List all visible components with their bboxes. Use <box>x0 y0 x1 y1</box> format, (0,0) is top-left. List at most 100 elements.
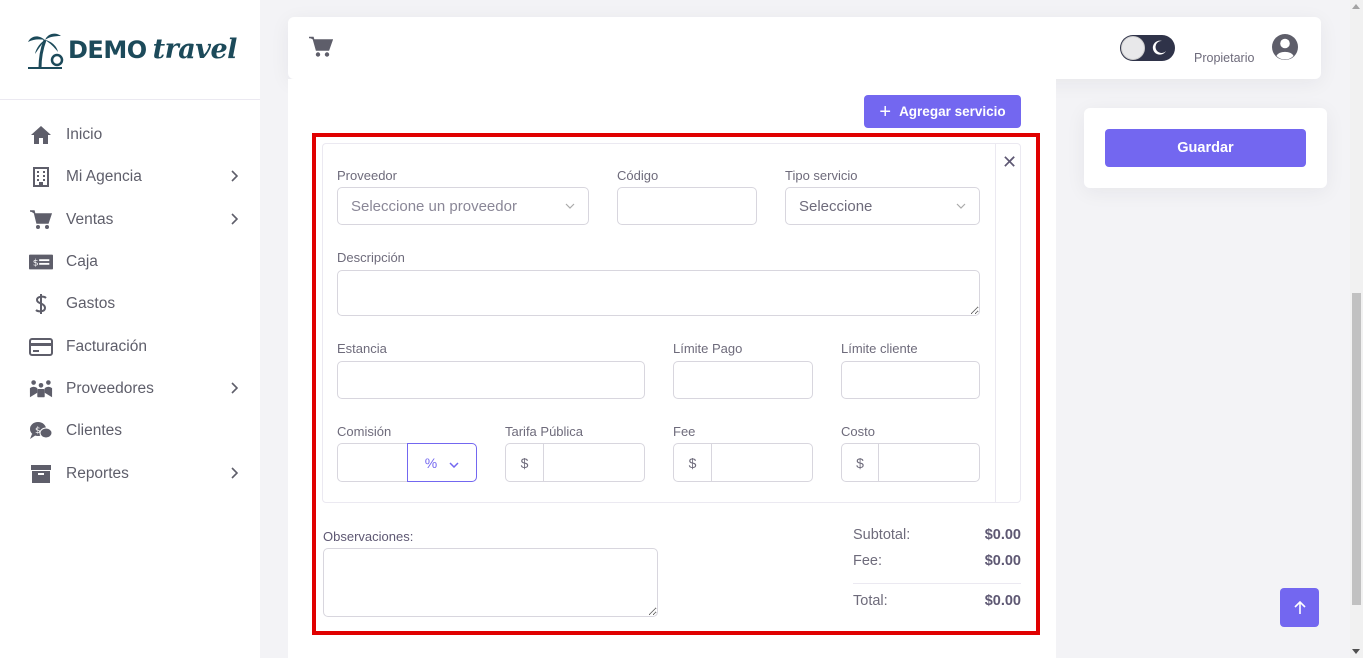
top-navbar: Propietario <box>288 17 1321 79</box>
costo-input[interactable] <box>878 443 980 482</box>
add-service-label: Agregar servicio <box>899 104 1006 119</box>
comision-input[interactable] <box>337 443 408 482</box>
tipo-servicio-label: Tipo servicio <box>785 168 858 183</box>
chevron-down-icon <box>956 200 966 212</box>
page-scrollbar[interactable] <box>1350 0 1363 658</box>
costo-label: Costo <box>841 424 875 439</box>
tipo-servicio-value: Seleccione <box>799 197 873 215</box>
estancia-label: Estancia <box>337 341 387 356</box>
limite-cliente-input[interactable] <box>841 361 980 399</box>
sidebar-item-label: Reportes <box>66 464 129 482</box>
fee-total-row: Fee: $0.00 <box>853 553 1021 569</box>
cart-icon[interactable] <box>309 36 334 63</box>
sidebar-item-label: Caja <box>66 253 98 271</box>
chevron-right-icon <box>230 381 239 397</box>
sidebar-item-label: Facturación <box>66 337 147 355</box>
total-row: Total: $0.00 <box>853 593 1021 609</box>
toggle-knob <box>1121 36 1145 60</box>
sidebar-item-mi-agencia[interactable]: Mi Agencia <box>0 156 260 198</box>
moon-icon <box>1151 40 1167 61</box>
chevron-down-icon <box>565 200 575 212</box>
palm-tree-icon <box>28 33 64 69</box>
tipo-servicio-select[interactable]: Seleccione <box>785 187 980 225</box>
add-service-button[interactable]: + Agregar servicio <box>864 95 1021 128</box>
brand-logo[interactable]: DEMO travel <box>0 0 260 100</box>
sidebar-item-label: Proveedores <box>66 379 154 397</box>
tarifa-publica-input[interactable] <box>543 443 645 482</box>
descripcion-label: Descripción <box>337 250 405 265</box>
cash-icon: $ <box>29 250 53 274</box>
divider <box>995 144 996 502</box>
scrollbar-thumb[interactable] <box>1352 293 1361 605</box>
chat-dollar-icon: $ <box>29 419 53 443</box>
scroll-to-top-button[interactable] <box>1280 588 1319 627</box>
subtotal-row: Subtotal: $0.00 <box>853 527 1021 543</box>
sidebar-item-caja[interactable]: $ Caja <box>0 241 260 283</box>
plus-icon: + <box>879 100 892 123</box>
dark-mode-toggle[interactable] <box>1120 35 1175 61</box>
observaciones-label: Observaciones: <box>323 529 414 544</box>
logo-text-demo: DEMO <box>68 35 147 64</box>
sidebar-item-gastos[interactable]: Gastos <box>0 283 260 325</box>
fee-total-label: Fee: <box>853 553 883 569</box>
chevron-right-icon <box>230 169 239 185</box>
limite-pago-label: Límite Pago <box>673 341 743 356</box>
sidebar-item-label: Inicio <box>66 126 103 144</box>
proveedor-select[interactable]: Seleccione un proveedor <box>337 187 589 225</box>
observaciones-textarea[interactable] <box>323 548 658 617</box>
currency-addon: $ <box>841 443 879 482</box>
scroll-up-arrow[interactable] <box>1352 4 1360 9</box>
sidebar-item-proveedores[interactable]: Proveedores <box>0 368 260 410</box>
total-label: Total: <box>853 593 888 609</box>
arrow-up-icon <box>1293 600 1306 614</box>
chevron-right-icon <box>230 212 239 228</box>
codigo-input[interactable] <box>617 187 757 225</box>
total-value: $0.00 <box>984 593 1021 609</box>
svg-text:$: $ <box>33 258 39 269</box>
building-icon <box>29 165 53 189</box>
proveedor-label: Proveedor <box>337 168 397 183</box>
sidebar-item-ventas[interactable]: Ventas <box>0 199 260 241</box>
estancia-input[interactable] <box>337 361 645 399</box>
subtotal-value: $0.00 <box>984 527 1021 543</box>
dollar-icon <box>29 292 53 316</box>
close-icon[interactable]: ✕ <box>1002 153 1017 171</box>
archive-icon <box>29 462 53 486</box>
home-icon <box>29 123 53 147</box>
sidebar: DEMO travel Inicio Mi Agencia Ventas $ C… <box>0 0 260 658</box>
currency-addon: $ <box>505 443 544 482</box>
comision-type-select[interactable]: % <box>407 443 477 482</box>
limite-pago-input[interactable] <box>673 361 813 399</box>
sidebar-item-label: Mi Agencia <box>66 168 142 186</box>
cart-icon <box>29 208 53 232</box>
save-card: Guardar <box>1084 108 1327 188</box>
comision-type-value: % <box>424 454 438 471</box>
save-button[interactable]: Guardar <box>1105 129 1306 167</box>
logo-text-travel: travel <box>152 34 238 65</box>
fee-input[interactable] <box>711 443 813 482</box>
scroll-down-arrow[interactable] <box>1352 649 1360 654</box>
fee-label: Fee <box>673 424 696 439</box>
sidebar-item-label: Ventas <box>66 210 114 228</box>
fee-total-value: $0.00 <box>984 553 1021 569</box>
sidebar-item-reportes[interactable]: Reportes <box>0 452 260 494</box>
totals-divider <box>853 583 1021 584</box>
credit-card-icon <box>29 335 53 359</box>
tarifa-publica-label: Tarifa Pública <box>505 424 584 439</box>
user-name: Propietario <box>1194 51 1255 65</box>
chevron-down-icon <box>449 455 459 471</box>
svg-text:$: $ <box>35 426 41 436</box>
people-icon <box>29 377 53 401</box>
sidebar-nav: Inicio Mi Agencia Ventas $ Caja Gastos F… <box>0 100 260 495</box>
sidebar-item-facturacion[interactable]: Facturación <box>0 325 260 367</box>
descripcion-textarea[interactable] <box>337 270 980 316</box>
sidebar-item-inicio[interactable]: Inicio <box>0 114 260 156</box>
codigo-label: Código <box>617 168 659 183</box>
sidebar-item-label: Gastos <box>66 295 116 313</box>
sidebar-item-clientes[interactable]: $ Clientes <box>0 410 260 452</box>
limite-cliente-label: Límite cliente <box>841 341 918 356</box>
user-avatar-icon[interactable] <box>1271 33 1299 66</box>
currency-addon: $ <box>673 443 712 482</box>
chevron-right-icon <box>230 466 239 482</box>
proveedor-placeholder: Seleccione un proveedor <box>351 197 517 215</box>
